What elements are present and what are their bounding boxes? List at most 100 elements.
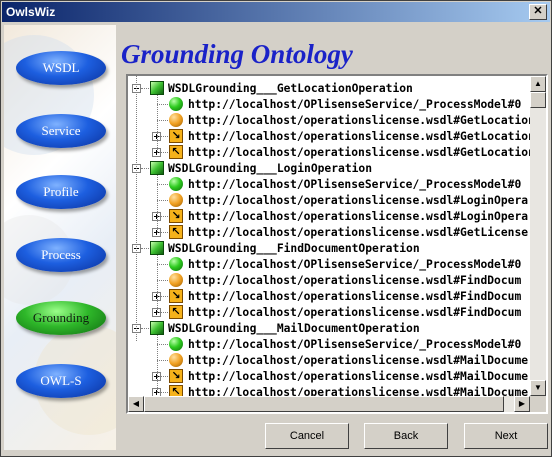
next-button[interactable]: Next (464, 423, 548, 449)
close-icon: ✕ (533, 5, 543, 17)
tree-connector-line (141, 168, 149, 169)
tree-item-label: http://localhost/operationslicense.wsdl#… (188, 146, 530, 159)
tree-connector-line (157, 104, 168, 105)
arrow-in-icon: ↘ (169, 209, 183, 223)
arrow-in-icon: ↘ (169, 369, 183, 383)
tree-connector-line (157, 376, 168, 377)
wizard-window: OwlsWiz ✕ WSDL Service Profile Process Groun… (0, 0, 552, 457)
tree-connector-line (157, 184, 168, 185)
title-bar[interactable]: OwlsWiz ✕ (2, 2, 550, 22)
arrow-out-icon: ↖ (169, 305, 183, 319)
tree-connector-line (157, 95, 158, 152)
scroll-down-button[interactable]: ▼ (530, 380, 546, 396)
tree-item-row[interactable]: http://localhost/operationslicense.wsdl#… (128, 353, 530, 369)
nav-button-service[interactable]: Service (16, 114, 106, 148)
nav-button-grounding[interactable]: Grounding (16, 301, 106, 335)
orange-ball-icon (169, 273, 183, 287)
tree-item-row[interactable]: ↘ http://localhost/operationslicense.wsdl… (128, 209, 530, 225)
green-ball-icon (169, 97, 183, 111)
nav-button-wsdl[interactable]: WSDL (16, 51, 106, 85)
tree-item-label: http://localhost/operationslicense.wsdl#… (188, 194, 529, 207)
close-button[interactable]: ✕ (529, 4, 547, 20)
tree-item-label: http://localhost/operationslicense.wsdl#… (188, 114, 530, 127)
arrow-out-icon: ↖ (169, 385, 183, 396)
tree-connector-line (157, 312, 168, 313)
tree-item-row[interactable]: http://localhost/OPlisenseService/_Proce… (128, 257, 530, 273)
tree-group-row[interactable]: WSDLGrounding___FindDocumentOperation (128, 241, 530, 257)
cancel-button[interactable]: Cancel (265, 423, 349, 449)
orange-ball-icon (169, 353, 183, 367)
arrow-out-icon: ↖ (169, 225, 183, 239)
nav-button-profile[interactable]: Profile (16, 175, 106, 209)
triangle-right-icon: ▶ (518, 399, 526, 408)
tree-item-row[interactable]: ↘ http://localhost/operationslicense.wsdl… (128, 129, 530, 145)
tree-item-row[interactable]: ↖ http://localhost/operationslicense.wsdl… (128, 225, 530, 241)
tree-item-label: http://localhost/OPlisenseService/_Proce… (188, 258, 522, 271)
grounding-tree[interactable]: WSDLGrounding___GetLocationOperationhttp… (126, 74, 548, 414)
tree-item-row[interactable]: ↘ http://localhost/operationslicense.wsdl… (128, 289, 530, 305)
tree-item-label: http://localhost/OPlisenseService/_Proce… (188, 178, 522, 191)
triangle-up-icon: ▲ (534, 79, 542, 88)
horizontal-scrollbar[interactable]: ◀ ▶ (128, 396, 530, 412)
nav-button-process[interactable]: Process (16, 238, 106, 272)
tree-connector-line (157, 296, 168, 297)
vertical-scroll-thumb[interactable] (530, 92, 546, 108)
tree-connector-line (157, 120, 168, 121)
tree-connector-line (157, 344, 168, 345)
tree-item-row[interactable]: ↖ http://localhost/operationslicense.wsdl… (128, 145, 530, 161)
nav-button-owl-s[interactable]: OWL-S (16, 364, 106, 398)
tree-connector-line (157, 360, 168, 361)
green-ball-icon (169, 177, 183, 191)
horizontal-scroll-thumb[interactable] (144, 396, 504, 412)
arrow-in-icon: ↘ (169, 289, 183, 303)
green-ball-icon (169, 337, 183, 351)
tree-group-row[interactable]: WSDLGrounding___MailDocumentOperation (128, 321, 530, 337)
tree-connector-line (157, 136, 168, 137)
tree-connector-line (157, 264, 168, 265)
scroll-up-button[interactable]: ▲ (530, 76, 546, 92)
tree-connector-line (157, 335, 158, 392)
tree-item-label: http://localhost/operationslicense.wsdl#… (188, 226, 529, 239)
tree-item-row[interactable]: http://localhost/operationslicense.wsdl#… (128, 113, 530, 129)
tree-item-row[interactable]: ↖ http://localhost/operationslicense.wsdl… (128, 385, 530, 396)
tree-group-row[interactable]: WSDLGrounding___LoginOperation (128, 161, 530, 177)
tree-group-label: WSDLGrounding___LoginOperation (168, 162, 373, 175)
tree-group-label: WSDLGrounding___FindDocumentOperation (168, 242, 420, 255)
tree-item-row[interactable]: http://localhost/OPlisenseService/_Proce… (128, 177, 530, 193)
scroll-left-button[interactable]: ◀ (128, 396, 144, 412)
tree-group-row[interactable]: WSDLGrounding___GetLocationOperation (128, 81, 530, 97)
tree-item-row[interactable]: http://localhost/OPlisenseService/_Proce… (128, 337, 530, 353)
tree-connector-line (157, 152, 168, 153)
arrow-out-icon: ↖ (169, 145, 183, 159)
sidebar: WSDL Service Profile Process Grounding OWL-S (4, 25, 116, 450)
tree-item-label: http://localhost/operationslicense.wsdl#… (188, 306, 522, 319)
tree-item-label: http://localhost/OPlisenseService/_Proce… (188, 338, 522, 351)
tree-item-row[interactable]: ↖ http://localhost/operationslicense.wsdl… (128, 305, 530, 321)
tree-group-label: WSDLGrounding___MailDocumentOperation (168, 322, 420, 335)
tree-item-row[interactable]: http://localhost/operationslicense.wsdl#… (128, 273, 530, 289)
tree-connector-line (157, 232, 168, 233)
vertical-scrollbar[interactable]: ▲ ▼ (530, 76, 546, 396)
tree-item-label: http://localhost/operationslicense.wsdl#… (188, 274, 522, 287)
tree-connector-line (141, 328, 149, 329)
tree-item-label: http://localhost/OPlisenseService/_Proce… (188, 98, 522, 111)
tree-item-row[interactable]: http://localhost/OPlisenseService/_Proce… (128, 97, 530, 113)
tree-group-label: WSDLGrounding___GetLocationOperation (168, 82, 413, 95)
triangle-left-icon: ◀ (132, 399, 140, 408)
tree-item-label: http://localhost/operationslicense.wsdl#… (188, 354, 529, 367)
scrollbar-corner (530, 396, 546, 412)
tree-connector-line (157, 255, 158, 312)
back-button[interactable]: Back (364, 423, 448, 449)
tree-connector-line (157, 280, 168, 281)
tree-connector-line (157, 216, 168, 217)
tree-item-label: http://localhost/operationslicense.wsdl#… (188, 290, 522, 303)
tree-item-row[interactable]: http://localhost/operationslicense.wsdl#… (128, 193, 530, 209)
tree-item-row[interactable]: ↘ http://localhost/operationslicense.wsdl… (128, 369, 530, 385)
orange-ball-icon (169, 113, 183, 127)
arrow-in-icon: ↘ (169, 129, 183, 143)
tree-connector-line (136, 76, 137, 341)
scroll-right-button[interactable]: ▶ (514, 396, 530, 412)
orange-ball-icon (169, 193, 183, 207)
tree-content: WSDLGrounding___GetLocationOperationhttp… (128, 76, 530, 396)
green-cube-icon (150, 161, 164, 175)
